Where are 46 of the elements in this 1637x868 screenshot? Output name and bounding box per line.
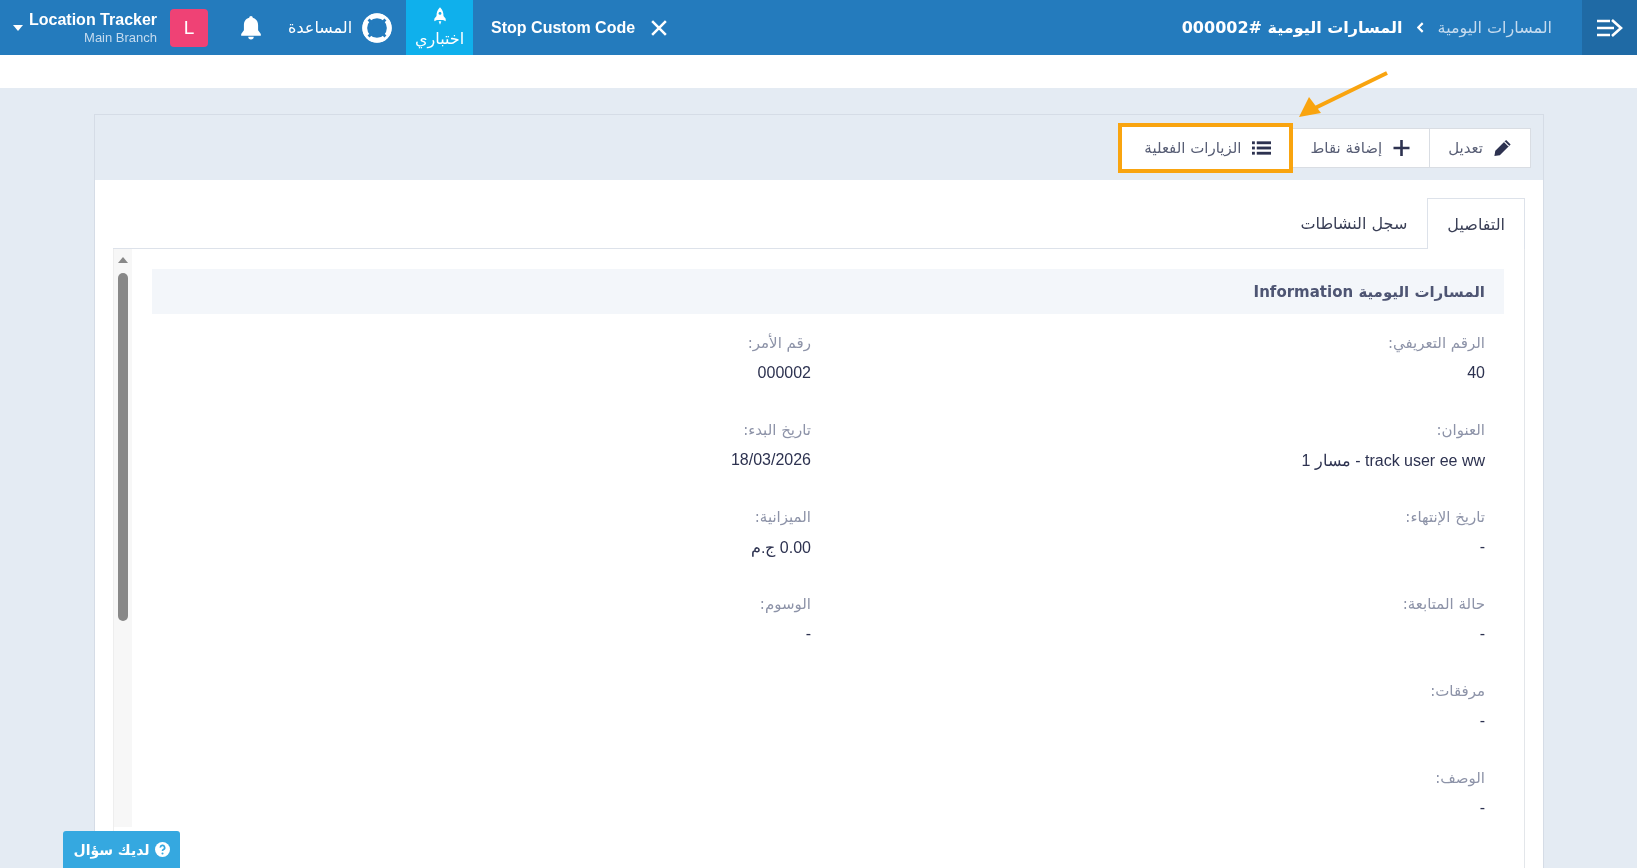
- field-label: العنوان:: [1435, 421, 1485, 439]
- avatar[interactable]: L: [170, 8, 209, 47]
- question-button[interactable]: لديك سؤال: [63, 831, 180, 868]
- test-tab[interactable]: اختباري: [406, 0, 474, 55]
- menu-arrow-icon: [1596, 18, 1623, 37]
- toolbar-button[interactable]: إضافة نقاط: [1291, 127, 1431, 168]
- toolbar-button[interactable]: تعديل: [1429, 127, 1531, 168]
- plus-icon: [1392, 138, 1412, 157]
- field-label: تاريخ البدء:: [742, 421, 811, 439]
- branch-switcher[interactable]: Location Tracker Main Branch: [13, 10, 158, 45]
- field-value: 000002: [756, 364, 811, 382]
- list-icon: [1251, 138, 1271, 157]
- field-label: رقم الأمر:: [746, 334, 811, 352]
- lifebuoy-icon: [362, 12, 393, 43]
- caret-icon: [13, 24, 23, 31]
- close-icon: [651, 19, 668, 36]
- page-title: المسارات اليومية #000002: [1181, 18, 1403, 37]
- field-value: 40: [1466, 364, 1485, 382]
- tab[interactable]: التفاصيل: [1427, 198, 1525, 249]
- scrollbar[interactable]: [114, 249, 132, 827]
- breadcrumb-link[interactable]: المسارات اليومية: [1437, 18, 1552, 37]
- field-label: حالة المتابعة:: [1401, 595, 1485, 613]
- question-icon: [154, 842, 170, 857]
- bell-icon: [240, 15, 263, 40]
- tab[interactable]: سجل النشاطات: [1280, 198, 1428, 248]
- field-value: -: [1478, 712, 1485, 730]
- field-label: الوسوم:: [758, 595, 811, 613]
- field-label: الميزانية:: [753, 508, 811, 526]
- chevron-icon: [1416, 22, 1424, 33]
- field-value: -: [1478, 799, 1485, 817]
- field-value: 0.00 ج.م: [749, 538, 811, 557]
- help-link[interactable]: المساعدة: [288, 18, 353, 37]
- field-value: 18/03/2026: [729, 451, 811, 469]
- field-label: الوصف:: [1434, 769, 1485, 787]
- stop-custom-code-button[interactable]: Stop Custom Code: [491, 18, 636, 37]
- field-label: الرقم التعريفي:: [1386, 334, 1485, 352]
- field-label: مرفقات:: [1429, 682, 1485, 700]
- field-value: track user ee ww - مسار 1: [1300, 451, 1485, 470]
- section-header: المسارات اليومية Information: [152, 269, 1504, 314]
- rocket-icon: [432, 7, 447, 25]
- pencil-icon: [1493, 138, 1512, 157]
- field-value: -: [804, 625, 811, 643]
- field-value: -: [1478, 538, 1485, 556]
- field-value: -: [1478, 625, 1485, 643]
- field-label: تاريخ الإنتهاء:: [1404, 508, 1485, 526]
- menu-toggle-button[interactable]: [1582, 0, 1637, 55]
